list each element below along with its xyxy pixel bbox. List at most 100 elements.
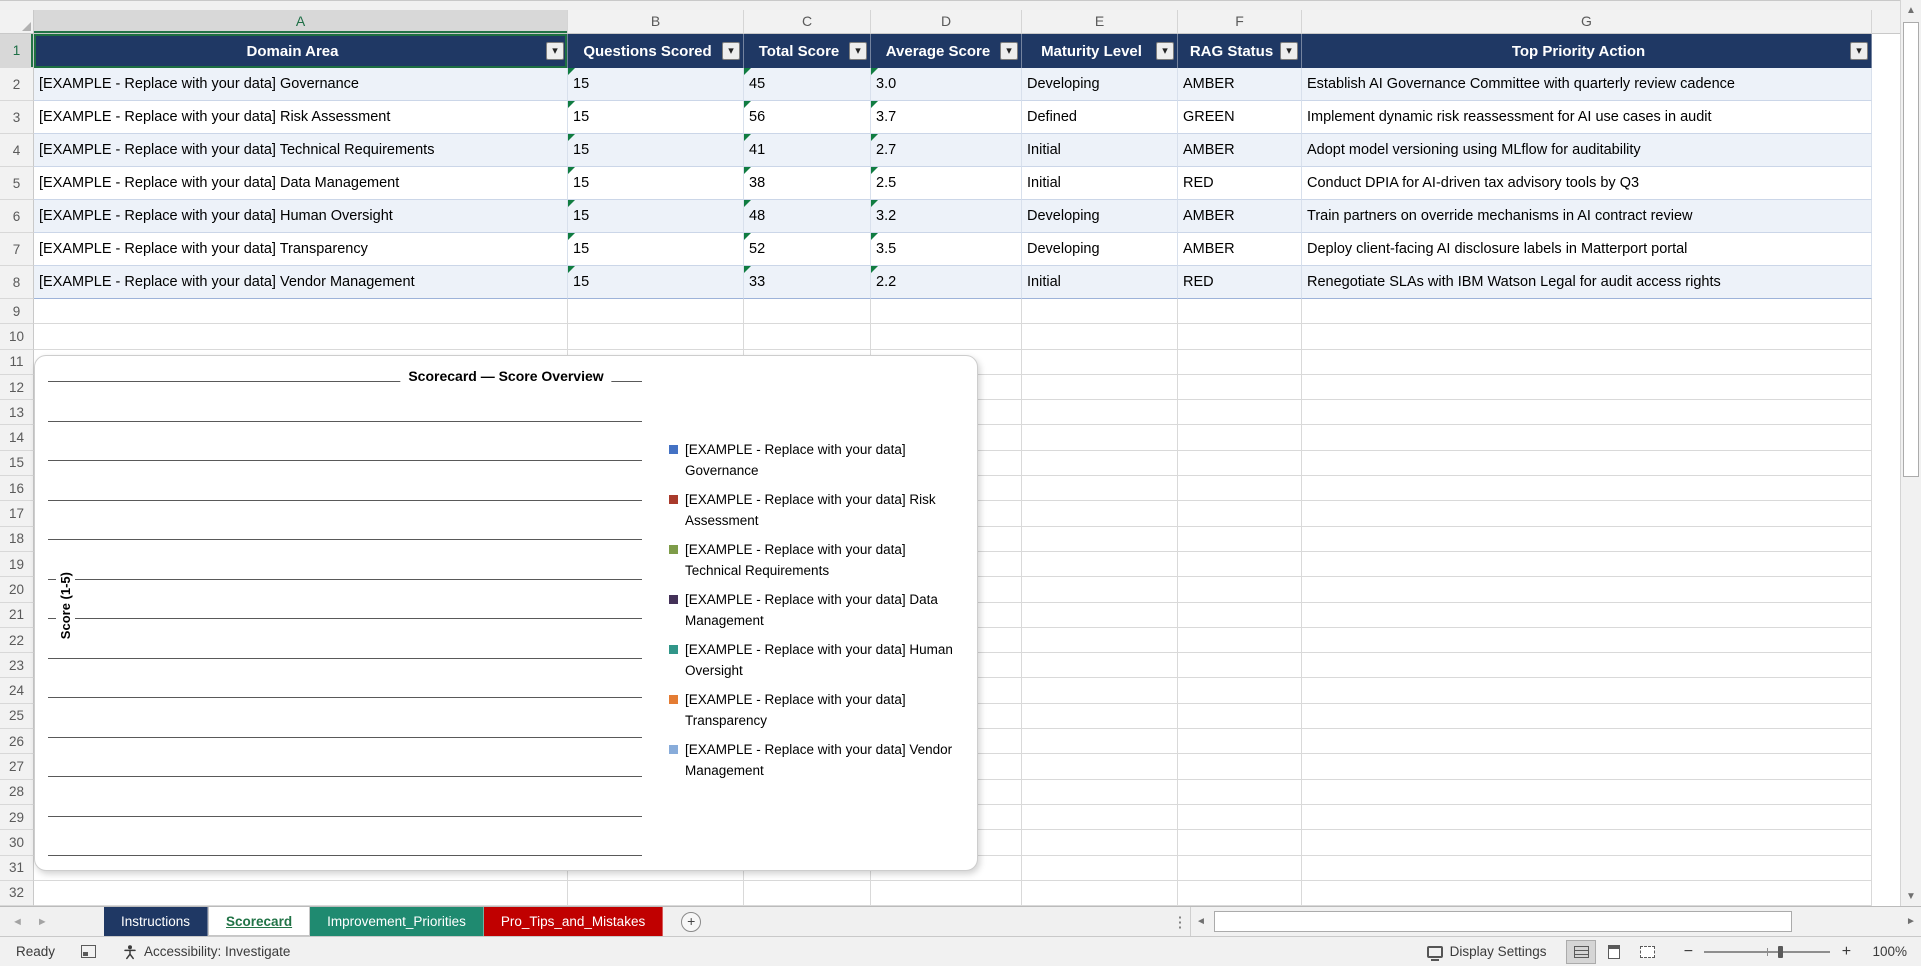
row-header-28[interactable]: 28 xyxy=(0,779,34,805)
row-header-20[interactable]: 20 xyxy=(0,577,34,603)
horizontal-scroll-track[interactable] xyxy=(1211,907,1901,936)
table-header-maturity-level[interactable]: Maturity Level ▾ xyxy=(1022,34,1178,68)
cell-G17[interactable] xyxy=(1302,501,1872,527)
cell-G20[interactable] xyxy=(1302,577,1872,603)
cell-A8[interactable]: [EXAMPLE - Replace with your data] Vendo… xyxy=(34,266,568,299)
tabs-scroll-left-icon[interactable]: ◄ xyxy=(12,916,23,928)
table-header-rag-status[interactable]: RAG Status ▾ xyxy=(1178,34,1302,68)
column-header-G[interactable]: G xyxy=(1302,10,1872,34)
cell-F27[interactable] xyxy=(1178,754,1302,780)
cell-G15[interactable] xyxy=(1302,450,1872,477)
row-header-13[interactable]: 13 xyxy=(0,400,34,426)
cell-A5[interactable]: [EXAMPLE - Replace with your data] Data … xyxy=(34,167,568,200)
cell-G28[interactable] xyxy=(1302,779,1872,805)
cell-F6[interactable]: AMBER xyxy=(1178,200,1302,233)
row-header-29[interactable]: 29 xyxy=(0,804,34,831)
cell-G13[interactable] xyxy=(1302,400,1872,426)
cell-G12[interactable] xyxy=(1302,374,1872,401)
cell-B6[interactable]: 15 xyxy=(568,200,744,233)
cell-E23[interactable] xyxy=(1022,653,1178,679)
column-header-A[interactable]: A xyxy=(34,10,568,34)
page-layout-view-button[interactable] xyxy=(1599,940,1629,964)
filter-dropdown-button[interactable]: ▾ xyxy=(1850,42,1868,60)
cell-F5[interactable]: RED xyxy=(1178,167,1302,200)
table-header-domain-area[interactable]: Domain Area ▾ xyxy=(34,34,568,68)
cell-G10[interactable] xyxy=(1302,324,1872,350)
tab-scrollbar-splitter[interactable]: ⋮ xyxy=(1170,907,1190,936)
row-header-17[interactable]: 17 xyxy=(0,501,34,527)
filter-dropdown-button[interactable]: ▾ xyxy=(546,42,564,60)
cell-B10[interactable] xyxy=(568,324,744,350)
normal-view-button[interactable] xyxy=(1566,939,1597,964)
cell-B5[interactable]: 15 xyxy=(568,167,744,200)
cell-D8[interactable]: 2.2 xyxy=(871,266,1022,299)
table-header-top-priority-action[interactable]: Top Priority Action ▾ xyxy=(1302,34,1872,68)
cell-D32[interactable] xyxy=(871,880,1022,906)
cell-D3[interactable]: 3.7 xyxy=(871,101,1022,134)
cell-D7[interactable]: 3.5 xyxy=(871,233,1022,266)
row-header-23[interactable]: 23 xyxy=(0,653,34,679)
column-header-D[interactable]: D xyxy=(871,10,1022,34)
cell-E22[interactable] xyxy=(1022,627,1178,654)
column-header-C[interactable]: C xyxy=(744,10,871,34)
cell-E11[interactable] xyxy=(1022,349,1178,375)
cell-F28[interactable] xyxy=(1178,779,1302,805)
cell-F18[interactable] xyxy=(1178,526,1302,552)
sheet-tab-instructions[interactable]: Instructions xyxy=(104,907,209,936)
sheet-tab-pro-tips-and-mistakes[interactable]: Pro_Tips_and_Mistakes xyxy=(483,907,664,936)
cell-A7[interactable]: [EXAMPLE - Replace with your data] Trans… xyxy=(34,233,568,266)
cell-E19[interactable] xyxy=(1022,551,1178,578)
cell-G9[interactable] xyxy=(1302,299,1872,325)
row-header-1[interactable]: 1 xyxy=(0,34,34,68)
cell-G7[interactable]: Deploy client-facing AI disclosure label… xyxy=(1302,233,1872,266)
cell-E3[interactable]: Defined xyxy=(1022,101,1178,134)
cell-E5[interactable]: Initial xyxy=(1022,167,1178,200)
scroll-down-button[interactable]: ▼ xyxy=(1901,886,1921,906)
scorecard-chart[interactable]: Scorecard — Score Overview Score (1-5) [… xyxy=(34,355,978,871)
cell-G25[interactable] xyxy=(1302,703,1872,730)
cell-G29[interactable] xyxy=(1302,804,1872,831)
cell-C3[interactable]: 56 xyxy=(744,101,871,134)
scroll-up-button[interactable]: ▲ xyxy=(1901,0,1921,20)
scroll-right-button[interactable]: ► xyxy=(1901,916,1921,927)
cell-D9[interactable] xyxy=(871,299,1022,325)
cell-F7[interactable]: AMBER xyxy=(1178,233,1302,266)
table-header-average-score[interactable]: Average Score ▾ xyxy=(871,34,1022,68)
cell-F17[interactable] xyxy=(1178,501,1302,527)
cell-E18[interactable] xyxy=(1022,526,1178,552)
cell-F15[interactable] xyxy=(1178,450,1302,477)
cell-G18[interactable] xyxy=(1302,526,1872,552)
cell-E10[interactable] xyxy=(1022,324,1178,350)
column-header-E[interactable]: E xyxy=(1022,10,1178,34)
cell-F23[interactable] xyxy=(1178,653,1302,679)
cell-B9[interactable] xyxy=(568,299,744,325)
cell-B8[interactable]: 15 xyxy=(568,266,744,299)
row-header-8[interactable]: 8 xyxy=(0,266,34,299)
row-header-19[interactable]: 19 xyxy=(0,551,34,578)
cell-E30[interactable] xyxy=(1022,830,1178,856)
cell-G2[interactable]: Establish AI Governance Committee with q… xyxy=(1302,68,1872,101)
row-header-5[interactable]: 5 xyxy=(0,167,34,200)
cell-E24[interactable] xyxy=(1022,678,1178,704)
cell-G24[interactable] xyxy=(1302,678,1872,704)
cell-F13[interactable] xyxy=(1178,400,1302,426)
cell-E16[interactable] xyxy=(1022,476,1178,502)
vertical-scrollbar[interactable]: ▲ ▼ xyxy=(1900,0,1921,906)
row-header-26[interactable]: 26 xyxy=(0,729,34,755)
cell-F8[interactable]: RED xyxy=(1178,266,1302,299)
cell-E27[interactable] xyxy=(1022,754,1178,780)
cell-A9[interactable] xyxy=(34,299,568,325)
row-header-24[interactable]: 24 xyxy=(0,678,34,704)
cell-F2[interactable]: AMBER xyxy=(1178,68,1302,101)
cell-E28[interactable] xyxy=(1022,779,1178,805)
row-header-9[interactable]: 9 xyxy=(0,299,34,325)
new-sheet-button[interactable]: + xyxy=(681,911,702,932)
cell-D10[interactable] xyxy=(871,324,1022,350)
cell-C4[interactable]: 41 xyxy=(744,134,871,167)
cell-F21[interactable] xyxy=(1178,602,1302,628)
row-header-16[interactable]: 16 xyxy=(0,476,34,502)
row-header-10[interactable]: 10 xyxy=(0,324,34,350)
cell-A3[interactable]: [EXAMPLE - Replace with your data] Risk … xyxy=(34,101,568,134)
cell-F25[interactable] xyxy=(1178,703,1302,730)
cell-E14[interactable] xyxy=(1022,425,1178,451)
